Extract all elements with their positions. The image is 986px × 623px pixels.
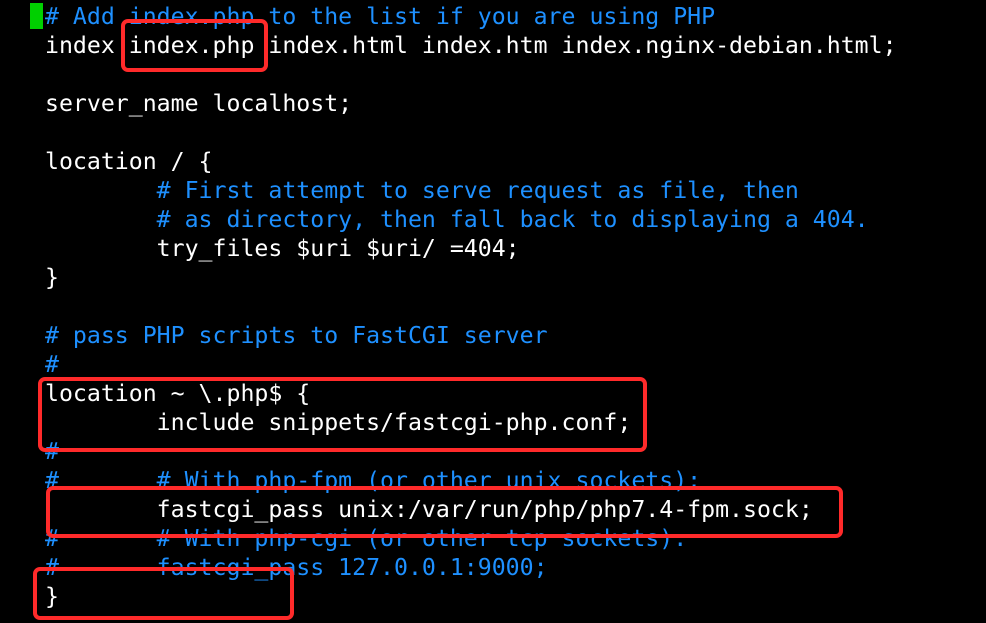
code-line: location / {	[45, 148, 213, 175]
text-cursor	[30, 3, 43, 29]
highlight-closing-brace	[33, 567, 294, 620]
code-line: try_files $uri $uri/ =404;	[45, 235, 520, 262]
code-line: server_name localhost;	[45, 90, 353, 117]
comment-line: # pass PHP scripts to FastCGI server	[45, 322, 548, 349]
highlight-index-php	[121, 19, 268, 72]
highlight-php-location-block	[38, 377, 647, 452]
comment-line: # as directory, then fall back to displa…	[45, 206, 869, 233]
code-line: }	[45, 264, 59, 291]
comment-line: # First attempt to serve request as file…	[45, 177, 799, 204]
highlight-fastcgi-pass	[46, 486, 843, 538]
comment-line: #	[45, 351, 59, 378]
terminal-editor[interactable]: # Add index.php to the list if you are u…	[0, 0, 986, 623]
